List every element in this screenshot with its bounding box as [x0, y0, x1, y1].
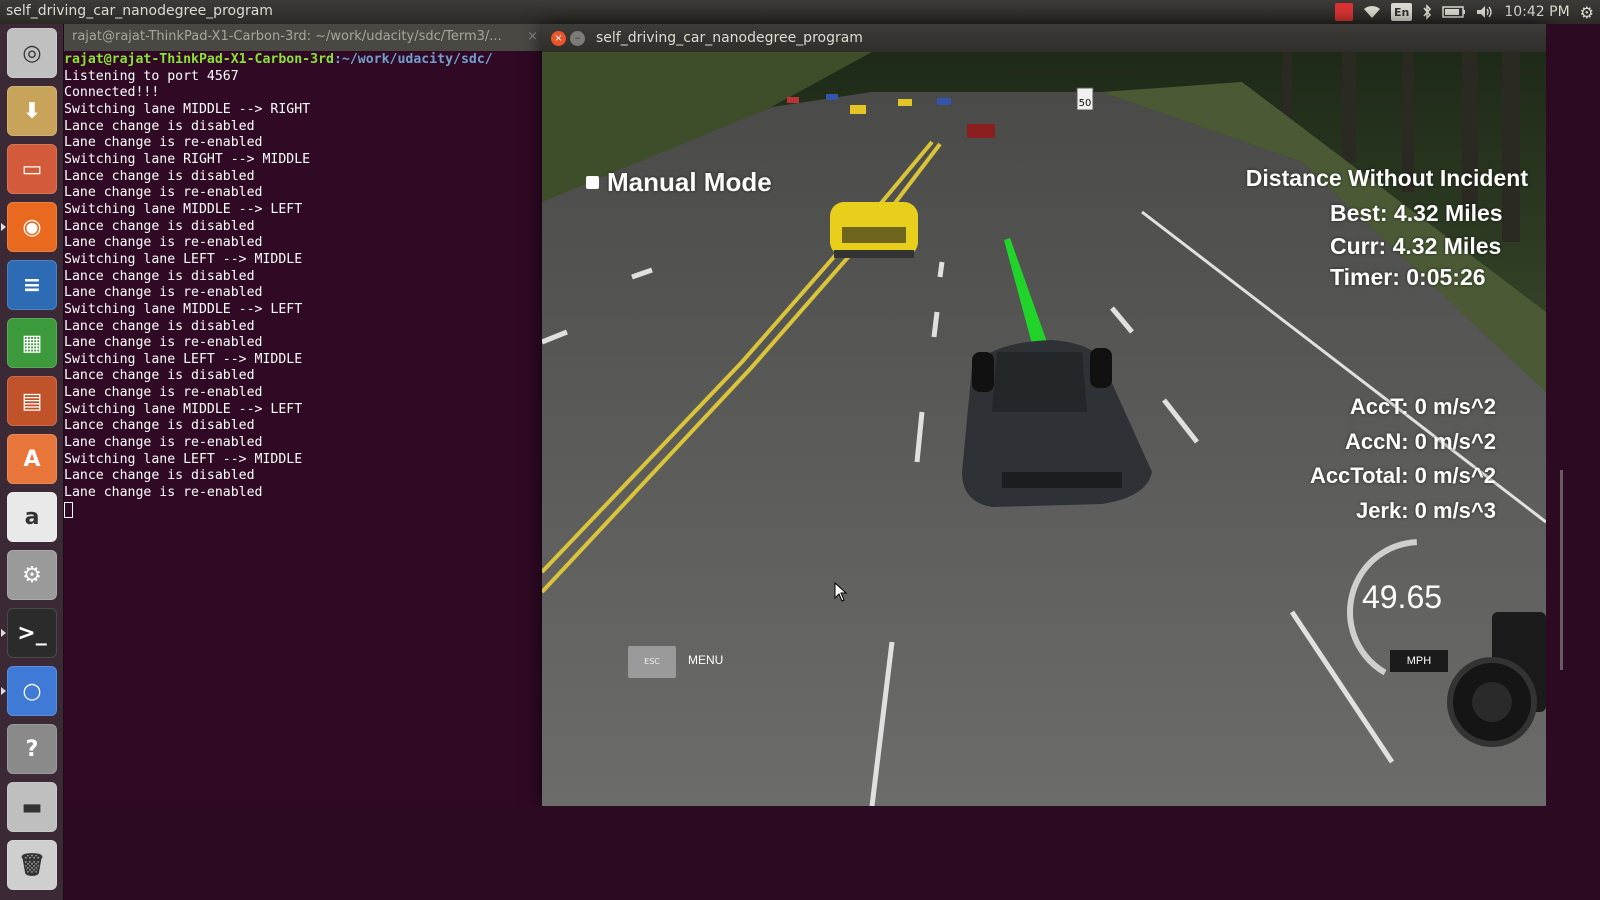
terminal-line: Switching lane RIGHT --> MIDDLE — [64, 151, 311, 167]
terminal-line: Lane change is re-enabled — [64, 385, 263, 401]
terminal-line: Switching lane LEFT --> MIDDLE — [64, 451, 303, 467]
firefox-icon[interactable]: ◉ — [7, 202, 57, 252]
terminal-line: Switching lane MIDDLE --> RIGHT — [64, 101, 311, 117]
help-icon[interactable]: ? — [7, 724, 57, 774]
amazon-icon[interactable]: a — [7, 492, 57, 542]
running-app-indicator — [1, 223, 6, 231]
terminal-window[interactable]: rajat@rajat-ThinkPad-X1-Carbon-3rd: ~/wo… — [64, 24, 544, 900]
terminal-line: Connected!!! — [64, 85, 160, 101]
speedometer-value: 49.65 — [1361, 579, 1443, 615]
prompt-path: :~/work/udacity/sdc/ — [333, 52, 493, 67]
terminal-line: Lance change is disabled — [64, 318, 255, 334]
timer: Timer: 0:05:26 — [1330, 264, 1486, 290]
files-icon[interactable]: ⬇ — [7, 86, 57, 136]
launcher: ◎ ⬇ ▭ ◉ ≡ ▦ ▤ Aa ⚙ >_ ○? ▬ 🗑 — [0, 24, 64, 900]
file-manager-icon[interactable]: ▭ — [7, 144, 57, 194]
disk-icon[interactable]: ▬ — [7, 782, 57, 832]
terminal-line: Lane change is re-enabled — [64, 485, 263, 501]
wifi-icon[interactable] — [1363, 3, 1381, 21]
minimize-button[interactable]: – — [570, 31, 585, 46]
distance-title: Distance Without Incident — [1245, 165, 1528, 191]
clock[interactable]: 10:42 PM — [1504, 3, 1569, 21]
system-settings-icon[interactable]: ⚙ — [7, 550, 57, 600]
system-tray: En 10:42 PM ⚙ — [1334, 2, 1594, 22]
terminal-tab[interactable]: rajat@rajat-ThinkPad-X1-Carbon-3rd: ~/wo… — [64, 24, 544, 51]
terminal-line: Lance change is disabled — [64, 268, 255, 284]
scrollbar[interactable] — [1560, 470, 1563, 670]
terminal-icon[interactable]: >_ — [7, 608, 57, 658]
trash-icon[interactable]: 🗑 — [7, 840, 57, 890]
speedometer-unit: MPH — [1390, 650, 1448, 672]
window-title: self_driving_car_nanodegree_program — [596, 30, 863, 46]
terminal-line: Switching lane MIDDLE --> LEFT — [64, 301, 303, 317]
acc-t: AccT: 0 m/s^2 — [1349, 394, 1496, 419]
yellow-car — [830, 202, 918, 258]
chromium-icon[interactable]: ○ — [7, 666, 57, 716]
acc-n: AccN: 0 m/s^2 — [1344, 429, 1496, 454]
terminal-line: Lance change is disabled — [64, 118, 255, 134]
terminal-line: Switching lane LEFT --> MIDDLE — [64, 251, 303, 267]
ubuntu-dash-icon[interactable]: ◎ — [7, 28, 57, 78]
keyboard-language-icon[interactable]: En — [1390, 3, 1413, 21]
simulator-window[interactable]: × – self_driving_car_nanodegree_program — [542, 24, 1546, 806]
writer-icon[interactable]: ≡ — [7, 260, 57, 310]
impress-icon[interactable]: ▤ — [7, 376, 57, 426]
gear-icon[interactable]: ⚙ — [1580, 3, 1594, 22]
terminal-line: Switching lane MIDDLE --> LEFT — [64, 401, 303, 417]
terminal-line: Switching lane MIDDLE --> LEFT — [64, 201, 303, 217]
top-panel: self_driving_car_nanodegree_program En 1… — [0, 0, 1600, 24]
software-center-icon[interactable]: A — [7, 434, 57, 484]
active-app-title: self_driving_car_nanodegree_program — [6, 3, 273, 19]
mode-indicator[interactable]: Manual Mode — [586, 167, 772, 198]
simulator-scene[interactable]: 50 Manual Mode Distance Without Incident… — [542, 52, 1546, 806]
esc-key-button[interactable]: ESC — [628, 646, 676, 678]
volume-icon[interactable] — [1476, 3, 1494, 21]
terminal-output[interactable]: rajat@rajat-ThinkPad-X1-Carbon-3rd:~/wor… — [64, 52, 544, 519]
bluetooth-icon[interactable] — [1422, 3, 1432, 21]
running-app-indicator — [1, 629, 6, 637]
terminal-cursor — [64, 501, 73, 518]
prompt-user: rajat@rajat-ThinkPad-X1-Carbon-3rd — [64, 52, 334, 67]
speed-limit-sign-value: 50 — [1079, 98, 1092, 109]
terminal-line: Listening to port 4567 — [64, 68, 239, 84]
terminal-line: Lance change is disabled — [64, 168, 255, 184]
desktop-background — [64, 806, 1546, 900]
terminal-line: Lance change is disabled — [64, 368, 255, 384]
terminal-line: Lane change is re-enabled — [64, 135, 263, 151]
calc-icon[interactable]: ▦ — [7, 318, 57, 368]
terminal-line: Switching lane LEFT --> MIDDLE — [64, 351, 303, 367]
terminal-line: Lane change is re-enabled — [64, 435, 263, 451]
desktop-right-edge — [1546, 24, 1600, 900]
mode-checkbox[interactable] — [586, 176, 599, 189]
close-icon[interactable]: × — [527, 29, 538, 44]
indicator-red-square-icon[interactable] — [1334, 3, 1353, 21]
terminal-line: Lance change is disabled — [64, 418, 255, 434]
close-button[interactable]: × — [551, 31, 566, 46]
terminal-line: Lance change is disabled — [64, 218, 255, 234]
terminal-line: Lane change is re-enabled — [64, 335, 263, 351]
acc-total: AccTotal: 0 m/s^2 — [1309, 463, 1496, 488]
simulator-titlebar[interactable]: × – self_driving_car_nanodegree_program — [542, 24, 1546, 52]
jerk: Jerk: 0 m/s^3 — [1355, 498, 1496, 523]
battery-icon[interactable] — [1442, 3, 1466, 21]
best-distance: Best: 4.32 Miles — [1330, 200, 1503, 226]
terminal-tab-title: rajat@rajat-ThinkPad-X1-Carbon-3rd: ~/wo… — [72, 29, 502, 44]
current-distance: Curr: 4.32 Miles — [1330, 233, 1502, 259]
terminal-line: Lane change is re-enabled — [64, 285, 263, 301]
mode-label: Manual Mode — [607, 167, 772, 197]
terminal-line: Lane change is re-enabled — [64, 235, 263, 251]
terminal-line: Lance change is disabled — [64, 468, 255, 484]
terminal-line: Lane change is re-enabled — [64, 185, 263, 201]
menu-label[interactable]: MENU — [688, 653, 723, 667]
running-app-indicator — [1, 687, 6, 695]
